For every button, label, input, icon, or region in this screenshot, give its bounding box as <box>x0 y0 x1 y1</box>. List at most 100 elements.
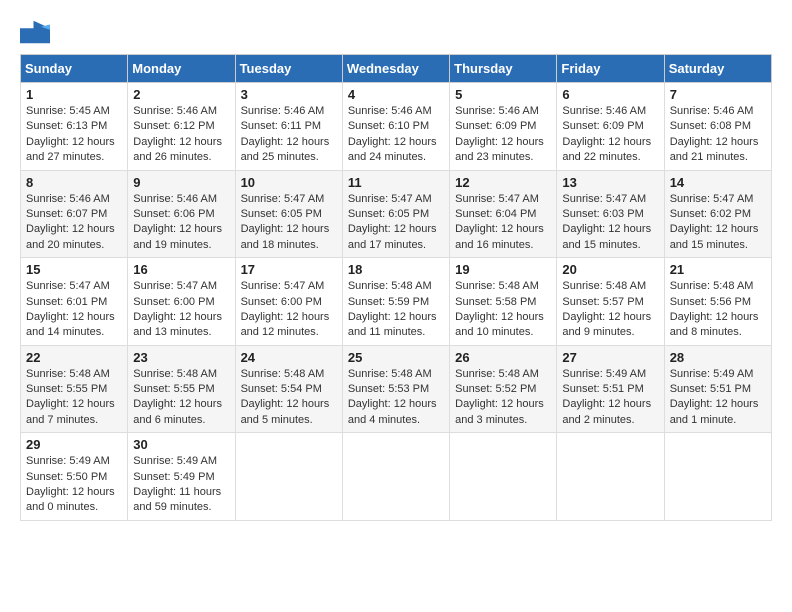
day-number: 18 <box>348 262 444 277</box>
day-number: 22 <box>26 350 122 365</box>
day-info: Sunrise: 5:47 AMSunset: 6:00 PMDaylight:… <box>133 279 229 341</box>
calendar-cell <box>342 433 449 521</box>
day-number: 20 <box>562 262 658 277</box>
col-header-saturday: Saturday <box>664 55 771 83</box>
day-info: Sunrise: 5:45 AMSunset: 6:13 PMDaylight:… <box>26 104 122 166</box>
calendar-cell: 20 Sunrise: 5:48 AMSunset: 5:57 PMDayligh… <box>557 258 664 346</box>
day-info: Sunrise: 5:46 AMSunset: 6:11 PMDaylight:… <box>241 104 337 166</box>
calendar-week-1: 1 Sunrise: 5:45 AMSunset: 6:13 PMDaylight… <box>21 83 772 171</box>
col-header-sunday: Sunday <box>21 55 128 83</box>
day-number: 26 <box>455 350 551 365</box>
day-info: Sunrise: 5:48 AMSunset: 5:58 PMDaylight:… <box>455 279 551 341</box>
day-number: 23 <box>133 350 229 365</box>
day-info: Sunrise: 5:47 AMSunset: 6:05 PMDaylight:… <box>348 192 444 254</box>
logo <box>20 20 58 44</box>
day-number: 1 <box>26 87 122 102</box>
day-info: Sunrise: 5:46 AMSunset: 6:07 PMDaylight:… <box>26 192 122 254</box>
day-number: 2 <box>133 87 229 102</box>
day-number: 24 <box>241 350 337 365</box>
day-info: Sunrise: 5:47 AMSunset: 6:04 PMDaylight:… <box>455 192 551 254</box>
calendar-cell: 9 Sunrise: 5:46 AMSunset: 6:06 PMDaylight… <box>128 170 235 258</box>
calendar-cell: 16Sunrise: 5:47 AMSunset: 6:00 PMDayligh… <box>128 258 235 346</box>
calendar-cell: 24 Sunrise: 5:48 AMSunset: 5:54 PMDayligh… <box>235 345 342 433</box>
day-info: Sunrise: 5:49 AMSunset: 5:49 PMDaylight:… <box>133 454 229 516</box>
calendar-week-4: 22 Sunrise: 5:48 AMSunset: 5:55 PMDayligh… <box>21 345 772 433</box>
calendar-cell <box>557 433 664 521</box>
day-number: 4 <box>348 87 444 102</box>
logo-icon <box>20 20 50 44</box>
col-header-thursday: Thursday <box>450 55 557 83</box>
day-number: 25 <box>348 350 444 365</box>
day-info: Sunrise: 5:47 AMSunset: 6:05 PMDaylight:… <box>241 192 337 254</box>
calendar-cell: 12Sunrise: 5:47 AMSunset: 6:04 PMDayligh… <box>450 170 557 258</box>
day-info: Sunrise: 5:47 AMSunset: 6:03 PMDaylight:… <box>562 192 658 254</box>
calendar-cell: 10 Sunrise: 5:47 AMSunset: 6:05 PMDayligh… <box>235 170 342 258</box>
day-info: Sunrise: 5:48 AMSunset: 5:55 PMDaylight:… <box>26 367 122 429</box>
day-number: 17 <box>241 262 337 277</box>
calendar-cell: 1 Sunrise: 5:45 AMSunset: 6:13 PMDaylight… <box>21 83 128 171</box>
day-info: Sunrise: 5:49 AMSunset: 5:51 PMDaylight:… <box>562 367 658 429</box>
calendar-cell: 23 Sunrise: 5:48 AMSunset: 5:55 PMDayligh… <box>128 345 235 433</box>
page-header <box>20 20 772 44</box>
day-info: Sunrise: 5:49 AMSunset: 5:50 PMDaylight:… <box>26 454 122 516</box>
day-number: 11 <box>348 175 444 190</box>
day-number: 14 <box>670 175 766 190</box>
day-info: Sunrise: 5:48 AMSunset: 5:59 PMDaylight:… <box>348 279 444 341</box>
day-number: 15 <box>26 262 122 277</box>
day-info: Sunrise: 5:48 AMSunset: 5:54 PMDaylight:… <box>241 367 337 429</box>
day-number: 29 <box>26 437 122 452</box>
day-info: Sunrise: 5:46 AMSunset: 6:12 PMDaylight:… <box>133 104 229 166</box>
day-info: Sunrise: 5:47 AMSunset: 6:01 PMDaylight:… <box>26 279 122 341</box>
day-number: 3 <box>241 87 337 102</box>
calendar-cell: 2 Sunrise: 5:46 AMSunset: 6:12 PMDaylight… <box>128 83 235 171</box>
day-info: Sunrise: 5:48 AMSunset: 5:55 PMDaylight:… <box>133 367 229 429</box>
calendar-cell: 22 Sunrise: 5:48 AMSunset: 5:55 PMDayligh… <box>21 345 128 433</box>
day-number: 30 <box>133 437 229 452</box>
calendar-header-row: SundayMondayTuesdayWednesdayThursdayFrid… <box>21 55 772 83</box>
calendar-cell: 7Sunrise: 5:46 AMSunset: 6:08 PMDaylight… <box>664 83 771 171</box>
day-number: 10 <box>241 175 337 190</box>
calendar-week-3: 15 Sunrise: 5:47 AMSunset: 6:01 PMDayligh… <box>21 258 772 346</box>
day-number: 19 <box>455 262 551 277</box>
calendar-cell: 30 Sunrise: 5:49 AMSunset: 5:49 PMDayligh… <box>128 433 235 521</box>
day-info: Sunrise: 5:47 AMSunset: 6:02 PMDaylight:… <box>670 192 766 254</box>
calendar-cell <box>664 433 771 521</box>
calendar-cell: 5 Sunrise: 5:46 AMSunset: 6:09 PMDaylight… <box>450 83 557 171</box>
calendar-cell: 19 Sunrise: 5:48 AMSunset: 5:58 PMDayligh… <box>450 258 557 346</box>
calendar-cell: 14 Sunrise: 5:47 AMSunset: 6:02 PMDayligh… <box>664 170 771 258</box>
calendar-week-5: 29 Sunrise: 5:49 AMSunset: 5:50 PMDayligh… <box>21 433 772 521</box>
calendar-cell: 3 Sunrise: 5:46 AMSunset: 6:11 PMDaylight… <box>235 83 342 171</box>
calendar-cell: 21 Sunrise: 5:48 AMSunset: 5:56 PMDayligh… <box>664 258 771 346</box>
day-info: Sunrise: 5:48 AMSunset: 5:56 PMDaylight:… <box>670 279 766 341</box>
calendar-cell: 4Sunrise: 5:46 AMSunset: 6:10 PMDaylight… <box>342 83 449 171</box>
calendar-cell: 26 Sunrise: 5:48 AMSunset: 5:52 PMDayligh… <box>450 345 557 433</box>
col-header-tuesday: Tuesday <box>235 55 342 83</box>
col-header-wednesday: Wednesday <box>342 55 449 83</box>
calendar-body: 1 Sunrise: 5:45 AMSunset: 6:13 PMDaylight… <box>21 83 772 521</box>
calendar-cell: 29 Sunrise: 5:49 AMSunset: 5:50 PMDayligh… <box>21 433 128 521</box>
day-info: Sunrise: 5:48 AMSunset: 5:57 PMDaylight:… <box>562 279 658 341</box>
day-info: Sunrise: 5:46 AMSunset: 6:09 PMDaylight:… <box>455 104 551 166</box>
day-number: 6 <box>562 87 658 102</box>
day-number: 7 <box>670 87 766 102</box>
calendar-cell: 6 Sunrise: 5:46 AMSunset: 6:09 PMDaylight… <box>557 83 664 171</box>
day-number: 5 <box>455 87 551 102</box>
day-info: Sunrise: 5:46 AMSunset: 6:06 PMDaylight:… <box>133 192 229 254</box>
day-number: 21 <box>670 262 766 277</box>
calendar-cell: 15 Sunrise: 5:47 AMSunset: 6:01 PMDayligh… <box>21 258 128 346</box>
calendar-header: SundayMondayTuesdayWednesdayThursdayFrid… <box>21 55 772 83</box>
calendar-cell: 8Sunrise: 5:46 AMSunset: 6:07 PMDaylight… <box>21 170 128 258</box>
day-number: 28 <box>670 350 766 365</box>
day-number: 27 <box>562 350 658 365</box>
calendar-cell: 11 Sunrise: 5:47 AMSunset: 6:05 PMDayligh… <box>342 170 449 258</box>
calendar-cell <box>450 433 557 521</box>
day-number: 9 <box>133 175 229 190</box>
col-header-friday: Friday <box>557 55 664 83</box>
day-info: Sunrise: 5:48 AMSunset: 5:52 PMDaylight:… <box>455 367 551 429</box>
day-info: Sunrise: 5:49 AMSunset: 5:51 PMDaylight:… <box>670 367 766 429</box>
calendar-table: SundayMondayTuesdayWednesdayThursdayFrid… <box>20 54 772 521</box>
calendar-cell: 18 Sunrise: 5:48 AMSunset: 5:59 PMDayligh… <box>342 258 449 346</box>
calendar-week-2: 8Sunrise: 5:46 AMSunset: 6:07 PMDaylight… <box>21 170 772 258</box>
day-info: Sunrise: 5:46 AMSunset: 6:09 PMDaylight:… <box>562 104 658 166</box>
day-info: Sunrise: 5:48 AMSunset: 5:53 PMDaylight:… <box>348 367 444 429</box>
